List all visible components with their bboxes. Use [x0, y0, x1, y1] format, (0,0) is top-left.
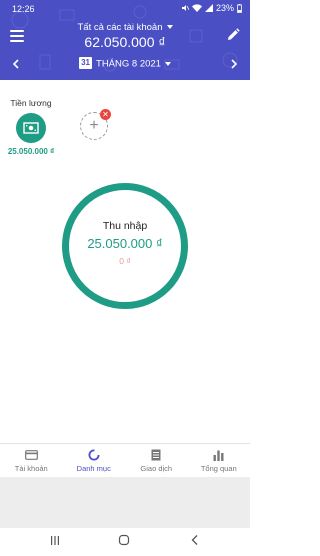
bar-chart-icon — [213, 450, 224, 461]
caret-down-icon — [164, 62, 171, 66]
pencil-icon[interactable] — [226, 28, 240, 42]
chevron-right-icon[interactable] — [230, 59, 238, 69]
recent-apps-icon[interactable] — [50, 534, 60, 546]
account-selector[interactable]: Tất cả các tài khoản — [0, 22, 250, 33]
pie-icon — [88, 449, 100, 461]
income-amount: 25.050.000 ₫ — [87, 236, 163, 251]
battery-level: 23% — [215, 3, 234, 13]
income-summary-ring: Thu nhập 25.050.000 ₫ 0 ₫ — [62, 183, 188, 309]
home-icon[interactable] — [118, 534, 130, 546]
tab-accounts[interactable]: Tài khoản — [0, 444, 63, 477]
battery-icon — [237, 3, 242, 13]
signal-icon — [204, 4, 213, 12]
period-selector: 31 THÁNG 8 2021 — [0, 56, 250, 74]
back-icon[interactable] — [190, 534, 200, 546]
tab-label: Tài khoản — [14, 464, 48, 473]
account-selector-label: Tất cả các tài khoản — [77, 22, 163, 33]
total-balance: 62.050.000 ₫ — [84, 34, 166, 50]
tab-label: Danh mục — [76, 464, 111, 473]
add-category-button[interactable]: + ✕ — [80, 109, 111, 140]
category-label: Tiền lương — [10, 98, 52, 108]
mute-icon — [181, 5, 189, 11]
tab-categories[interactable]: Danh mục — [63, 444, 126, 477]
cash-icon — [23, 122, 39, 134]
status-time: 12:26 — [12, 4, 35, 14]
tab-label: Tổng quan — [200, 464, 237, 473]
receipt-icon — [151, 449, 161, 461]
app-header: 12:26 23% Tất cả các tài khoản 62.050.00… — [0, 0, 250, 80]
expense-amount: 0 ₫ — [119, 256, 131, 266]
period-dropdown[interactable]: 31 THÁNG 8 2021 — [0, 57, 250, 70]
wifi-icon — [191, 4, 202, 12]
category-icon-circle — [16, 113, 46, 143]
card-icon — [24, 450, 38, 460]
status-bar: 12:26 23% — [0, 0, 250, 18]
bottom-tab-bar: Tài khoản Danh mục Giao dịch Tổng quan — [0, 443, 250, 477]
tab-overview[interactable]: Tổng quan — [188, 444, 251, 477]
tab-label: Giao dịch — [140, 464, 173, 473]
summary-title: Thu nhập — [102, 220, 148, 232]
period-label: THÁNG 8 2021 — [96, 58, 161, 70]
category-item-tien-luong[interactable]: Tiền lương 25.050.000 ₫ — [6, 98, 56, 156]
calendar-icon: 31 — [79, 57, 93, 69]
category-amount: 25.050.000 ₫ — [7, 147, 55, 156]
ad-placeholder — [0, 477, 250, 528]
caret-down-icon — [166, 25, 173, 30]
tab-transactions[interactable]: Giao dịch — [125, 444, 188, 477]
delete-icon[interactable]: ✕ — [100, 109, 111, 120]
android-nav-bar — [0, 528, 250, 556]
